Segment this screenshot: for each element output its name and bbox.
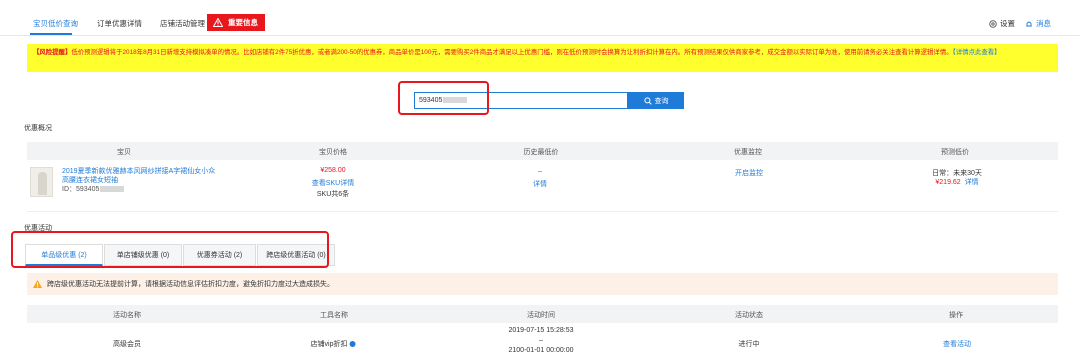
tool-name-cell: 店铺vip折扣 bbox=[311, 339, 356, 349]
product-id-value: 593405 bbox=[76, 186, 100, 193]
tab-important-info[interactable]: 重要信息 bbox=[207, 14, 265, 31]
tab-order-discount-detail[interactable]: 订单优惠详情 bbox=[97, 18, 142, 29]
product-price: ¥258.00 bbox=[320, 167, 346, 174]
risk-warning-prefix: 【风险提醒】 bbox=[33, 49, 72, 56]
product-title-link[interactable]: 2019夏季新款优雅赫本风网纱拼接A字裙仙女小众 高腰连衣裙女短袖 bbox=[62, 167, 215, 185]
info-icon[interactable] bbox=[349, 341, 356, 347]
settings-button[interactable]: 设置 bbox=[989, 18, 1015, 29]
messages-label: 消息 bbox=[1036, 19, 1051, 28]
product-id-label: ID： bbox=[62, 186, 76, 193]
activity-time-start: 2019-07-15 15:28:53 bbox=[508, 327, 574, 334]
product-thumbnail[interactable] bbox=[30, 167, 53, 197]
highlight-search-box bbox=[398, 81, 489, 115]
divider bbox=[27, 211, 1058, 212]
highlight-activity-tabs bbox=[11, 231, 329, 268]
activity-time-end: 2100-01-01 00:00:00 bbox=[508, 347, 574, 354]
view-sku-detail-link[interactable]: 查看SKU详情 bbox=[312, 178, 354, 188]
tab-low-price-query[interactable]: 宝贝低价查询 bbox=[33, 18, 78, 29]
search-button-label: 查询 bbox=[654, 97, 669, 105]
header-history-low: 历史最低价 bbox=[523, 149, 559, 156]
activity-status: 进行中 bbox=[738, 341, 760, 348]
gear-icon bbox=[989, 19, 997, 28]
tab-store-activity-manage[interactable]: 店铺活动管理 bbox=[160, 18, 205, 29]
warning-icon bbox=[33, 280, 42, 288]
header-activity-name: 活动名称 bbox=[113, 312, 141, 319]
header-operation: 操作 bbox=[949, 312, 963, 319]
bell-icon bbox=[1026, 21, 1032, 26]
history-detail-link[interactable]: 详情 bbox=[533, 179, 547, 189]
overview-section-title: 优惠概况 bbox=[24, 125, 52, 132]
activity-table-header: 活动名称 工具名称 活动时间 活动状态 操作 bbox=[27, 305, 1058, 323]
risk-warning-detail-link[interactable]: 【详情点此查看】 bbox=[953, 49, 1001, 56]
enable-monitor-link[interactable]: 开启监控 bbox=[735, 168, 763, 178]
top-nav: 宝贝低价查询 订单优惠详情 店铺活动管理 重要信息 设置 消息 bbox=[0, 0, 1080, 36]
activity-name: 高级会员 bbox=[113, 341, 141, 348]
settings-label: 设置 bbox=[1000, 19, 1015, 28]
sku-count: SKU共6条 bbox=[316, 191, 350, 198]
overview-table-header: 宝贝 宝贝价格 历史最低价 优惠监控 预测低价 bbox=[27, 142, 1058, 160]
product-title-line1: 2019夏季新款优雅赫本风网纱拼接A字裙仙女小众 bbox=[62, 168, 216, 175]
redacted-id bbox=[100, 186, 125, 193]
active-tab-indicator bbox=[30, 33, 72, 35]
notice-text: 跨店级优惠活动无法提前计算，请根据活动信息评估折扣力度，避免折扣力度过大造成损失… bbox=[47, 281, 334, 288]
product-info: 2019夏季新款优雅赫本风网纱拼接A字裙仙女小众 高腰连衣裙女短袖 ID：5934… bbox=[62, 167, 215, 194]
activity-time-separator: – bbox=[539, 337, 543, 344]
search-button[interactable]: 查询 bbox=[628, 92, 684, 109]
header-tool-name: 工具名称 bbox=[320, 312, 348, 319]
warning-icon bbox=[213, 18, 223, 27]
header-activity-time: 活动时间 bbox=[527, 312, 555, 319]
important-info-label: 重要信息 bbox=[228, 18, 258, 27]
messages-button[interactable]: 消息 bbox=[1025, 18, 1051, 29]
app-frame: 宝贝低价查询 订单优惠详情 店铺活动管理 重要信息 设置 消息 【风险提醒】低价… bbox=[0, 0, 1080, 359]
history-low-value: – bbox=[538, 168, 542, 175]
cross-store-notice: 跨店级优惠活动无法提前计算，请根据活动信息评估折扣力度，避免折扣力度过大造成损失… bbox=[27, 273, 1058, 295]
predicted-detail-link[interactable]: 详情 bbox=[965, 179, 979, 186]
product-id: ID：593405 bbox=[62, 185, 215, 194]
header-predicted-low: 预测低价 bbox=[941, 149, 969, 156]
risk-warning-text: 低价预测逻辑将于2018年8月31日新增支持模拟凑单的情况。比如店铺有2件75折… bbox=[71, 49, 953, 56]
header-product: 宝贝 bbox=[117, 149, 131, 156]
header-activity-status: 活动状态 bbox=[735, 312, 763, 319]
predicted-price: ¥219.62 bbox=[935, 179, 961, 186]
view-activity-link[interactable]: 查看活动 bbox=[943, 339, 971, 349]
product-title-line2: 高腰连衣裙女短袖 bbox=[62, 177, 118, 184]
search-icon bbox=[643, 96, 652, 105]
header-monitor: 优惠监控 bbox=[734, 149, 762, 156]
risk-warning-banner: 【风险提醒】低价预测逻辑将于2018年8月31日新增支持模拟凑单的情况。比如店铺… bbox=[27, 44, 1058, 72]
header-price: 宝贝价格 bbox=[319, 149, 347, 156]
tool-name: 店铺vip折扣 bbox=[310, 341, 348, 348]
